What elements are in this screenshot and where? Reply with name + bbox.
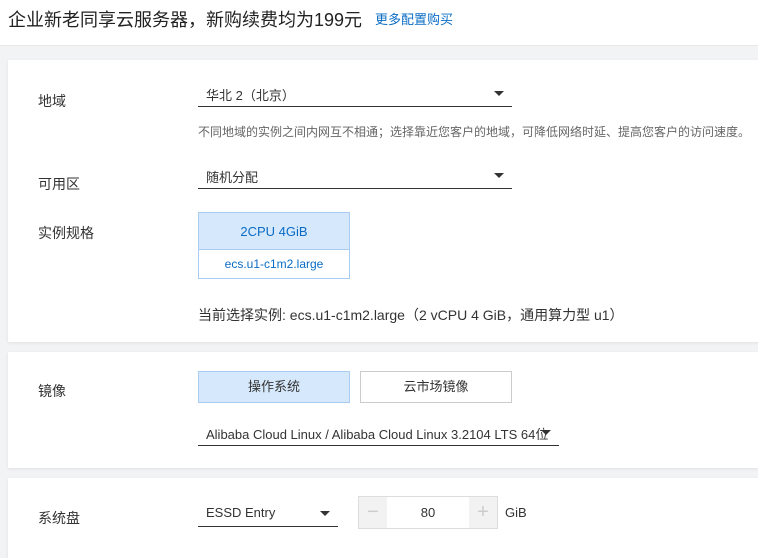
image-value: Alibaba Cloud Linux / Alibaba Cloud Linu… bbox=[206, 427, 549, 442]
instance-type: ecs.u1-c1m2.large bbox=[224, 257, 324, 271]
image-card: 镜像 操作系统 云市场镜像 Alibaba Cloud Linux / Alib… bbox=[8, 352, 758, 468]
region-select[interactable]: 华北 2（北京） bbox=[198, 81, 512, 107]
zone-value: 随机分配 bbox=[206, 170, 259, 185]
disk-label: 系统盘 bbox=[38, 510, 80, 526]
disk-card: 系统盘 ESSD Entry − 80 + GiB bbox=[8, 478, 758, 558]
disk-size-input[interactable]: 80 bbox=[387, 497, 469, 528]
instance-label: 实例规格 bbox=[38, 225, 94, 241]
region-hint: 不同地域的实例之间内网互不相通；选择靠近您客户的地域，可降低网络时延、提高您客户… bbox=[198, 125, 751, 139]
disk-type-select[interactable]: ESSD Entry bbox=[198, 501, 338, 527]
image-label: 镜像 bbox=[38, 383, 66, 399]
disk-type-value: ESSD Entry bbox=[206, 505, 276, 520]
header: 企业新老同享云服务器，新购续费均为199元 更多配置购买 bbox=[0, 0, 758, 46]
caret-down-icon bbox=[494, 173, 504, 178]
zone-label: 可用区 bbox=[38, 176, 80, 192]
increment-button[interactable]: + bbox=[469, 497, 497, 528]
instance-config-card: 地域 华北 2（北京） 不同地域的实例之间内网互不相通；选择靠近您客户的地域，可… bbox=[8, 60, 758, 342]
tab-os[interactable]: 操作系统 bbox=[198, 371, 350, 403]
caret-down-icon bbox=[320, 511, 330, 516]
region-value: 华北 2（北京） bbox=[206, 88, 295, 103]
zone-select[interactable]: 随机分配 bbox=[198, 163, 512, 189]
region-label: 地域 bbox=[38, 93, 66, 109]
decrement-button[interactable]: − bbox=[359, 497, 387, 528]
disk-size-stepper: − 80 + bbox=[358, 496, 498, 529]
instance-spec: 2CPU 4GiB bbox=[199, 213, 349, 250]
tab-marketplace-image[interactable]: 云市场镜像 bbox=[360, 371, 512, 403]
current-instance-text: 当前选择实例: ecs.u1-c1m2.large（2 vCPU 4 GiB，通… bbox=[198, 307, 624, 323]
more-config-link[interactable]: 更多配置购买 bbox=[375, 9, 453, 28]
instance-spec-option[interactable]: 2CPU 4GiB ecs.u1-c1m2.large bbox=[198, 212, 350, 279]
disk-unit: GiB bbox=[505, 505, 527, 520]
image-select[interactable]: Alibaba Cloud Linux / Alibaba Cloud Linu… bbox=[198, 420, 559, 446]
caret-down-icon bbox=[494, 91, 504, 96]
caret-down-icon bbox=[541, 430, 551, 435]
page-title: 企业新老同享云服务器，新购续费均为199元 bbox=[8, 10, 363, 30]
